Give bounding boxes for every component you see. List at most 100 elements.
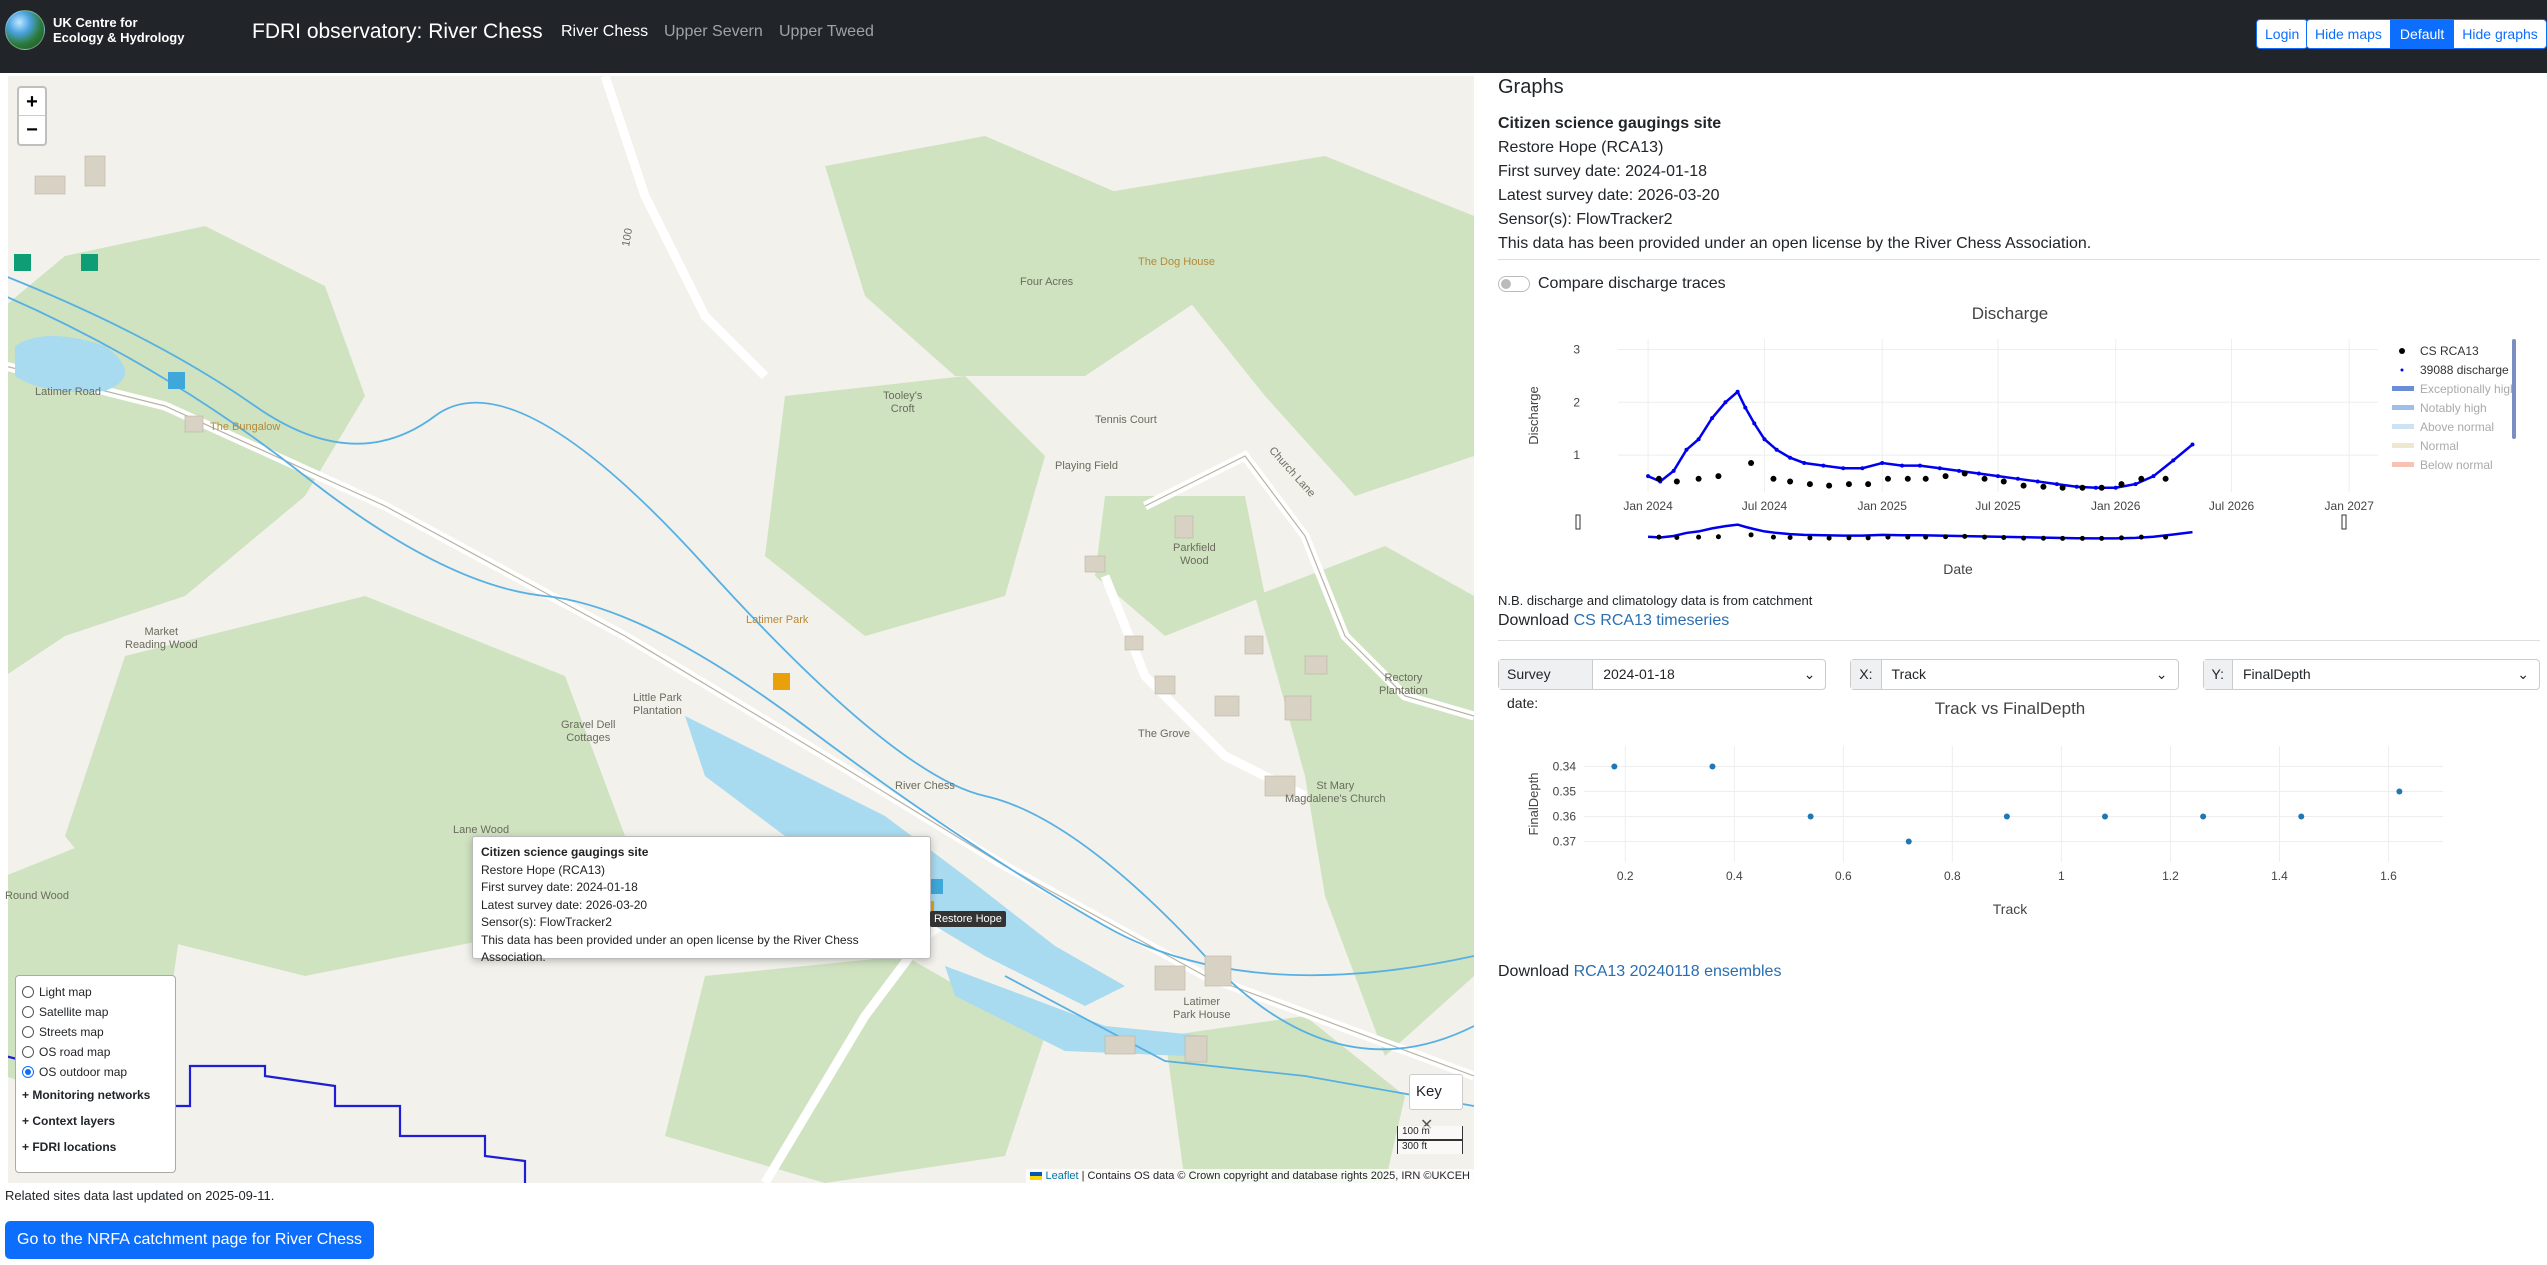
latest-survey-date: Latest survey date: 2026-03-20 bbox=[1498, 187, 1720, 204]
compare-switch[interactable] bbox=[1498, 276, 1530, 292]
y-tick-label: 0.37 bbox=[1553, 835, 1577, 849]
discharge-point bbox=[1743, 405, 1748, 410]
survey-date-select[interactable]: Survey date: 2024-01-18 ⌄ bbox=[1498, 659, 1827, 711]
nrfa-catchment-button[interactable]: Go to the NRFA catchment page for River … bbox=[5, 1221, 375, 1259]
discharge-point bbox=[1900, 463, 1905, 468]
layer-control: Light map Satellite map Streets map OS r… bbox=[15, 975, 176, 1173]
flag-icon bbox=[1030, 1172, 1043, 1181]
place-label: Rectory Plantation bbox=[1379, 672, 1428, 697]
chevron-down-icon: ⌄ bbox=[1803, 666, 1816, 682]
app-title: FDRI observatory: River Chess bbox=[252, 20, 543, 43]
login-button[interactable]: Login bbox=[2256, 19, 2309, 49]
range-slider-point bbox=[2099, 535, 2105, 541]
monitoring-site-marker[interactable] bbox=[773, 673, 790, 690]
monitoring-site-marker[interactable] bbox=[81, 254, 98, 271]
discharge-chart[interactable]: Discharge Jan 2024 Jul 2024 Jan 2025 Jul 202… bbox=[1498, 299, 2540, 589]
legend-swatch bbox=[2392, 424, 2414, 429]
range-slider-point bbox=[1826, 535, 1832, 541]
gauging-point bbox=[1884, 475, 1891, 482]
popup-license: This data has been provided under an ope… bbox=[481, 932, 859, 965]
map[interactable]: + − Latimer Road The Bungalow 100 Four A… bbox=[5, 76, 1474, 1183]
monitoring-site-marker[interactable] bbox=[168, 372, 185, 389]
x-axis-select[interactable]: X: Track ⌄ bbox=[1850, 659, 2179, 690]
discharge-point bbox=[1860, 466, 1865, 471]
layer-option-satellite[interactable]: Satellite map bbox=[22, 1002, 169, 1022]
graphs-title: Graphs bbox=[1498, 76, 1564, 98]
y-axis-select[interactable]: Y: FinalDepth ⌄ bbox=[2202, 659, 2540, 690]
y-axis-title: FinalDepth bbox=[1526, 773, 1541, 836]
org-line2: Ecology & Hydrology bbox=[53, 30, 185, 45]
hide-graphs-button[interactable]: Hide graphs bbox=[2453, 19, 2547, 49]
zoom-in-button[interactable]: + bbox=[19, 88, 45, 116]
radio-icon[interactable] bbox=[22, 986, 34, 998]
gauging-point bbox=[1904, 475, 1911, 482]
discharge-point bbox=[2171, 458, 2176, 463]
nav-upper-tweed[interactable]: Upper Tweed bbox=[779, 23, 874, 41]
nav-upper-severn[interactable]: Upper Severn bbox=[664, 23, 763, 41]
x-axis-value[interactable]: Track ⌄ bbox=[1882, 660, 2178, 689]
timeseries-download-link[interactable]: CS RCA13 timeseries bbox=[1574, 612, 1730, 629]
discharge-point bbox=[1956, 468, 1961, 473]
discharge-point bbox=[1841, 466, 1846, 471]
range-slider-point bbox=[2040, 535, 2046, 541]
survey-date-label: Survey date: bbox=[1499, 660, 1594, 711]
place-label: The Bungalow bbox=[210, 421, 281, 433]
place-label: The Dog House bbox=[1138, 256, 1216, 268]
legend-scrollbar bbox=[2512, 339, 2516, 439]
zoom-control: + − bbox=[17, 86, 47, 146]
scatter-point bbox=[2102, 813, 2108, 820]
sensor-info: Sensor(s): FlowTracker2 bbox=[1498, 211, 1673, 228]
monitoring-networks-toggle[interactable]: + Monitoring networks bbox=[22, 1082, 169, 1108]
gauging-point bbox=[1942, 473, 1949, 480]
x-tick-label: Jan 2025 bbox=[1858, 499, 1908, 513]
scatter-point bbox=[2003, 813, 2010, 820]
default-view-button[interactable]: Default bbox=[2390, 19, 2454, 49]
ensembles-download-link[interactable]: RCA13 20240118 ensembles bbox=[1574, 963, 1782, 980]
layer-option-streets[interactable]: Streets map bbox=[22, 1022, 169, 1042]
radio-icon[interactable] bbox=[22, 1026, 34, 1038]
range-slider-point bbox=[2021, 535, 2027, 541]
popup-latest-date: Latest survey date: 2026-03-20 bbox=[481, 897, 648, 912]
hide-maps-button[interactable]: Hide maps bbox=[2306, 19, 2391, 49]
legend-label: Above normal bbox=[2420, 420, 2494, 434]
radio-icon[interactable] bbox=[22, 1046, 34, 1058]
fdri-locations-toggle[interactable]: + FDRI locations bbox=[22, 1134, 169, 1160]
download-prefix: Download bbox=[1498, 612, 1574, 629]
layer-option-light[interactable]: Light map bbox=[22, 982, 169, 1002]
gauging-point bbox=[1865, 481, 1872, 488]
place-label: Tennis Court bbox=[1095, 414, 1157, 426]
discharge-point bbox=[2054, 482, 2059, 487]
radio-icon[interactable] bbox=[22, 1006, 34, 1018]
ukceh-logo[interactable]: UK Centre for Ecology & Hydrology bbox=[5, 10, 184, 50]
range-slider-point bbox=[1674, 534, 1680, 540]
gauging-point bbox=[1715, 473, 1722, 480]
nav-river-chess[interactable]: River Chess bbox=[561, 23, 648, 41]
road bbox=[600, 76, 769, 380]
layer-option-os-outdoor[interactable]: OS outdoor map bbox=[22, 1062, 169, 1082]
y-axis-value[interactable]: FinalDepth ⌄ bbox=[2233, 660, 2539, 689]
track-depth-chart[interactable]: Track vs FinalDepth 0.2 0.4 0.6 0.8 1 1.2 1.4 1.… bbox=[1498, 694, 2540, 959]
y-tick-label: 0.34 bbox=[1553, 760, 1577, 774]
layer-option-os-road[interactable]: OS road map bbox=[22, 1042, 169, 1062]
discharge-point bbox=[1996, 474, 2000, 479]
first-survey-date: First survey date: 2024-01-18 bbox=[1498, 163, 1707, 180]
zoom-out-button[interactable]: − bbox=[19, 116, 45, 144]
discharge-point bbox=[1735, 389, 1740, 394]
x-tick-label: 1 bbox=[2058, 869, 2065, 883]
legend-swatch bbox=[2392, 405, 2414, 410]
compare-toggle-row: Compare discharge traces bbox=[1498, 275, 2540, 293]
radio-icon[interactable] bbox=[22, 1066, 34, 1078]
discharge-point bbox=[1671, 468, 1676, 473]
survey-date-value[interactable]: 2024-01-18 ⌄ bbox=[1593, 660, 1825, 689]
key-button[interactable]: Key ✕ bbox=[1409, 1074, 1463, 1134]
popup-site: Restore Hope (RCA13) bbox=[481, 862, 606, 877]
legend-swatch bbox=[2400, 368, 2404, 372]
x-tick-label: 0.6 bbox=[1835, 869, 1852, 883]
place-label: Gravel Dell Cottages bbox=[561, 719, 616, 744]
scale-bar: 100 m 300 ft bbox=[1397, 1126, 1463, 1154]
legend-swatch bbox=[2392, 386, 2414, 391]
map-terrain bbox=[5, 76, 1474, 1183]
leaflet-link[interactable]: Leaflet bbox=[1046, 1170, 1079, 1182]
context-layers-toggle[interactable]: + Context layers bbox=[22, 1108, 169, 1134]
monitoring-site-marker[interactable] bbox=[14, 254, 31, 271]
